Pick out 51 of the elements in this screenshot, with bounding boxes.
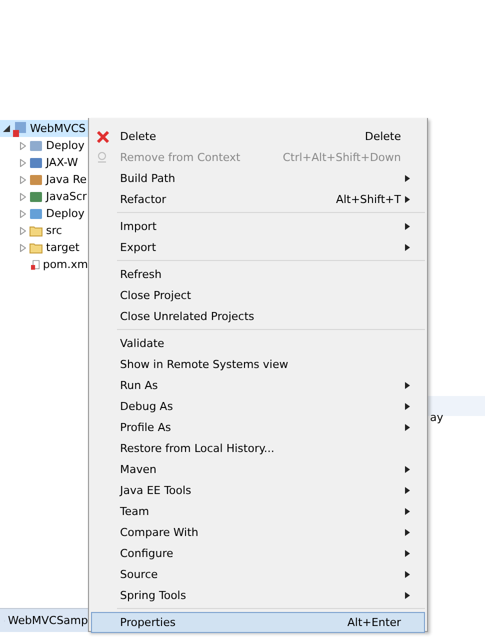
menu-item[interactable]: Restore from Local History... xyxy=(91,438,425,459)
collapsed-triangle-icon[interactable] xyxy=(20,142,26,150)
project-node-icon xyxy=(29,156,43,170)
editor-tab[interactable]: WebMVCSamp xyxy=(0,608,88,632)
menu-item[interactable]: Close Unrelated Projects xyxy=(91,306,425,327)
project-node-icon xyxy=(29,172,43,186)
menu-item[interactable]: Show in Remote Systems view xyxy=(91,354,425,375)
expanded-triangle-icon[interactable] xyxy=(3,125,10,132)
project-tree-item[interactable]: JAX-W xyxy=(0,154,88,171)
collapsed-triangle-icon[interactable] xyxy=(20,210,26,218)
menu-item[interactable]: Team xyxy=(91,501,425,522)
menu-item[interactable]: Build Path xyxy=(91,168,425,189)
menu-item[interactable]: Java EE Tools xyxy=(91,480,425,501)
project-node-icon xyxy=(29,138,43,152)
collapsed-triangle-icon[interactable] xyxy=(20,226,26,234)
remove-icon xyxy=(96,151,108,163)
menu-item[interactable]: Refactor Alt+Shift+T xyxy=(91,189,425,210)
menu-item[interactable]: Delete Delete xyxy=(91,126,425,147)
menu-item[interactable]: Validate xyxy=(91,333,425,354)
menu-item[interactable]: Import xyxy=(91,216,425,237)
folder-icon xyxy=(29,242,43,254)
menu-item[interactable]: Close Project xyxy=(91,285,425,306)
project-tree-item[interactable]: JavaScr xyxy=(0,188,88,205)
project-tree-item[interactable]: Java Re xyxy=(0,171,88,188)
menu-item[interactable]: Configure xyxy=(91,543,425,564)
project-tree-item[interactable]: pom.xm xyxy=(0,256,88,273)
project-node-icon xyxy=(29,206,43,220)
menu-item[interactable]: Maven xyxy=(91,459,425,480)
xml-file-icon xyxy=(31,258,40,272)
project-node-icon xyxy=(29,190,43,204)
collapsed-triangle-icon[interactable] xyxy=(20,192,26,200)
menu-item[interactable]: Export xyxy=(91,237,425,258)
panel-text: ay xyxy=(430,410,444,424)
project-tree-item[interactable]: Deploy xyxy=(0,137,88,154)
project-tree-item[interactable]: target xyxy=(0,239,88,256)
collapsed-triangle-icon[interactable] xyxy=(20,158,26,166)
project-tree-item[interactable]: Deploy xyxy=(0,205,88,222)
menu-item[interactable]: Debug As xyxy=(91,396,425,417)
menu-item[interactable]: Refresh xyxy=(91,264,425,285)
menu-item[interactable]: Source xyxy=(91,564,425,585)
folder-icon xyxy=(29,224,43,236)
menu-item[interactable]: Profile As xyxy=(91,417,425,438)
menu-item[interactable]: Spring Tools xyxy=(91,585,425,606)
collapsed-triangle-icon[interactable] xyxy=(20,244,26,252)
project-tree-item[interactable]: src xyxy=(0,222,88,239)
menu-item[interactable]: Properties Alt+Enter xyxy=(91,612,425,633)
delete-icon xyxy=(96,130,110,144)
menu-item[interactable]: Compare With xyxy=(91,522,425,543)
collapsed-triangle-icon[interactable] xyxy=(20,176,26,184)
project-tree-item[interactable]: WebMVCS xyxy=(0,120,88,137)
menu-item[interactable]: Run As xyxy=(91,375,425,396)
